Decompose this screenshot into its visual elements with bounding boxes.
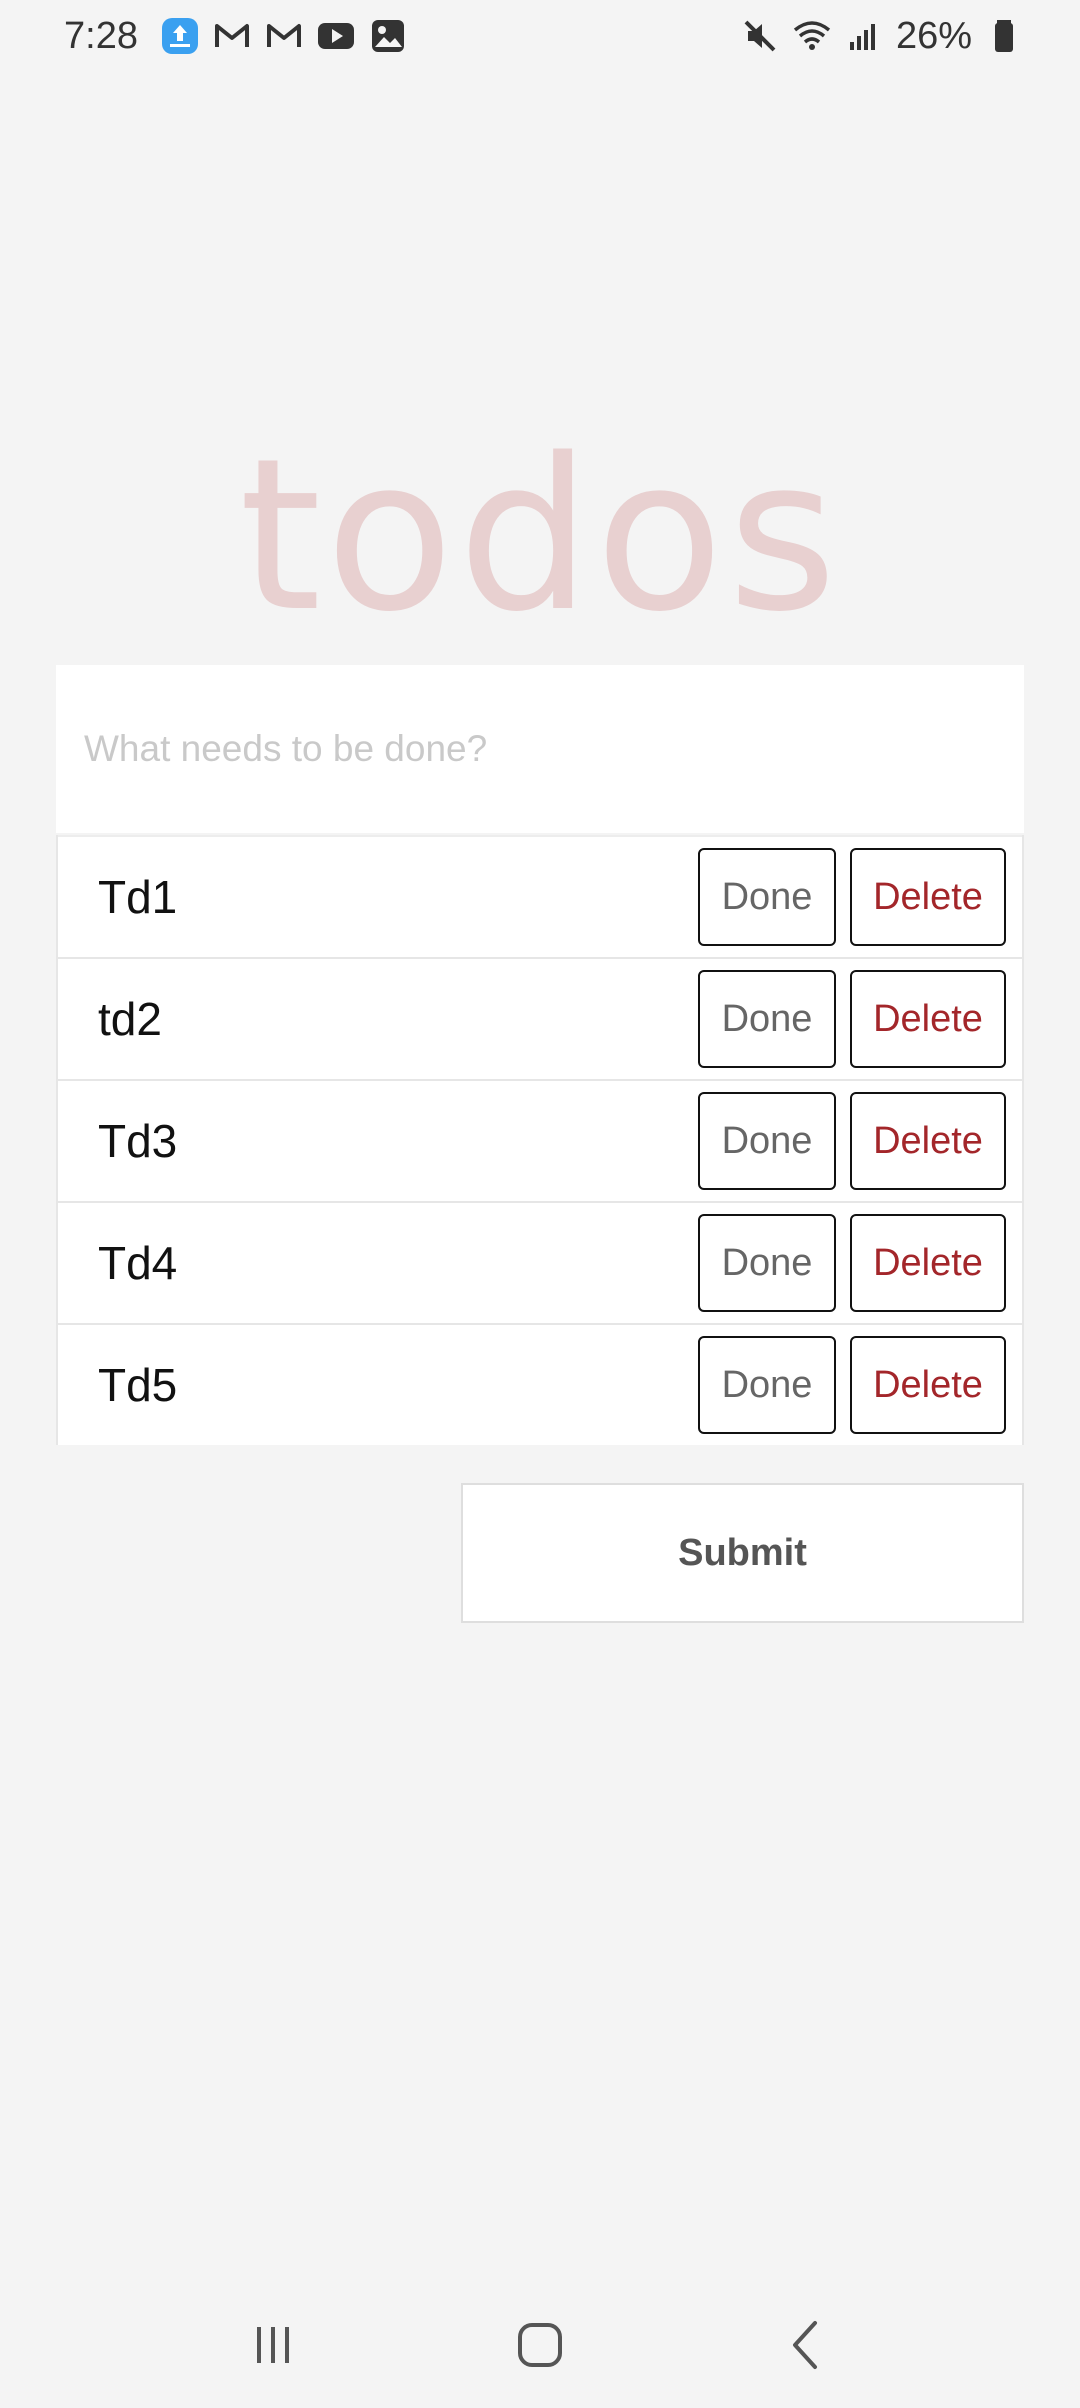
app-title: todos	[238, 412, 841, 658]
cloud-upload-app-icon	[160, 16, 200, 56]
todo-item: td2 Done Delete	[58, 957, 1022, 1079]
todo-label: Td1	[98, 871, 178, 923]
delete-button[interactable]: Delete	[850, 848, 1006, 946]
home-icon	[517, 2323, 562, 2367]
done-button[interactable]: Done	[698, 1092, 836, 1190]
todo-label: Td5	[98, 1359, 178, 1411]
app-title-container: todos	[0, 413, 1080, 658]
back-icon	[792, 2321, 817, 2369]
done-button[interactable]: Done	[698, 848, 836, 946]
todo-list: Td1 Done Delete td2 Done Delete Td3 Done…	[56, 835, 1024, 1445]
delete-button[interactable]: Delete	[850, 1214, 1006, 1312]
todo-label: Td4	[98, 1237, 178, 1289]
submit-button[interactable]: Submit	[461, 1483, 1024, 1623]
recent-apps-icon	[257, 2327, 290, 2363]
recent-apps-button[interactable]	[233, 2305, 313, 2385]
todo-label: td2	[98, 993, 162, 1045]
todo-item: Td3 Done Delete	[58, 1079, 1022, 1201]
signal-icon	[844, 16, 884, 56]
delete-button[interactable]: Delete	[850, 970, 1006, 1068]
gmail-icon	[212, 16, 252, 56]
status-left: 7:28	[64, 15, 408, 58]
todo-label: Td3	[98, 1115, 178, 1167]
done-button[interactable]: Done	[698, 970, 836, 1068]
screen: 7:28 26% todos What needs to be done? Td…	[0, 0, 1080, 2408]
done-button[interactable]: Done	[698, 1214, 836, 1312]
battery-icon	[984, 16, 1024, 56]
battery-percent: 26%	[895, 14, 972, 57]
gallery-icon	[368, 16, 408, 56]
status-bar: 7:28 26%	[0, 0, 1080, 72]
youtube-icon	[316, 16, 356, 56]
todo-item: Td5 Done Delete	[58, 1323, 1022, 1445]
nav-bar	[0, 2282, 1080, 2408]
home-button[interactable]	[500, 2305, 580, 2385]
todo-item: Td1 Done Delete	[58, 835, 1022, 957]
status-right: 26%	[740, 15, 1024, 58]
wifi-icon	[792, 16, 832, 56]
todo-item: Td4 Done Delete	[58, 1201, 1022, 1323]
mute-icon	[740, 16, 780, 56]
delete-button[interactable]: Delete	[850, 1336, 1006, 1434]
gmail-icon	[264, 16, 304, 56]
done-button[interactable]: Done	[698, 1336, 836, 1434]
back-button[interactable]	[767, 2305, 847, 2385]
new-todo-input[interactable]	[56, 665, 1024, 833]
delete-button[interactable]: Delete	[850, 1092, 1006, 1190]
clock: 7:28	[64, 14, 138, 57]
